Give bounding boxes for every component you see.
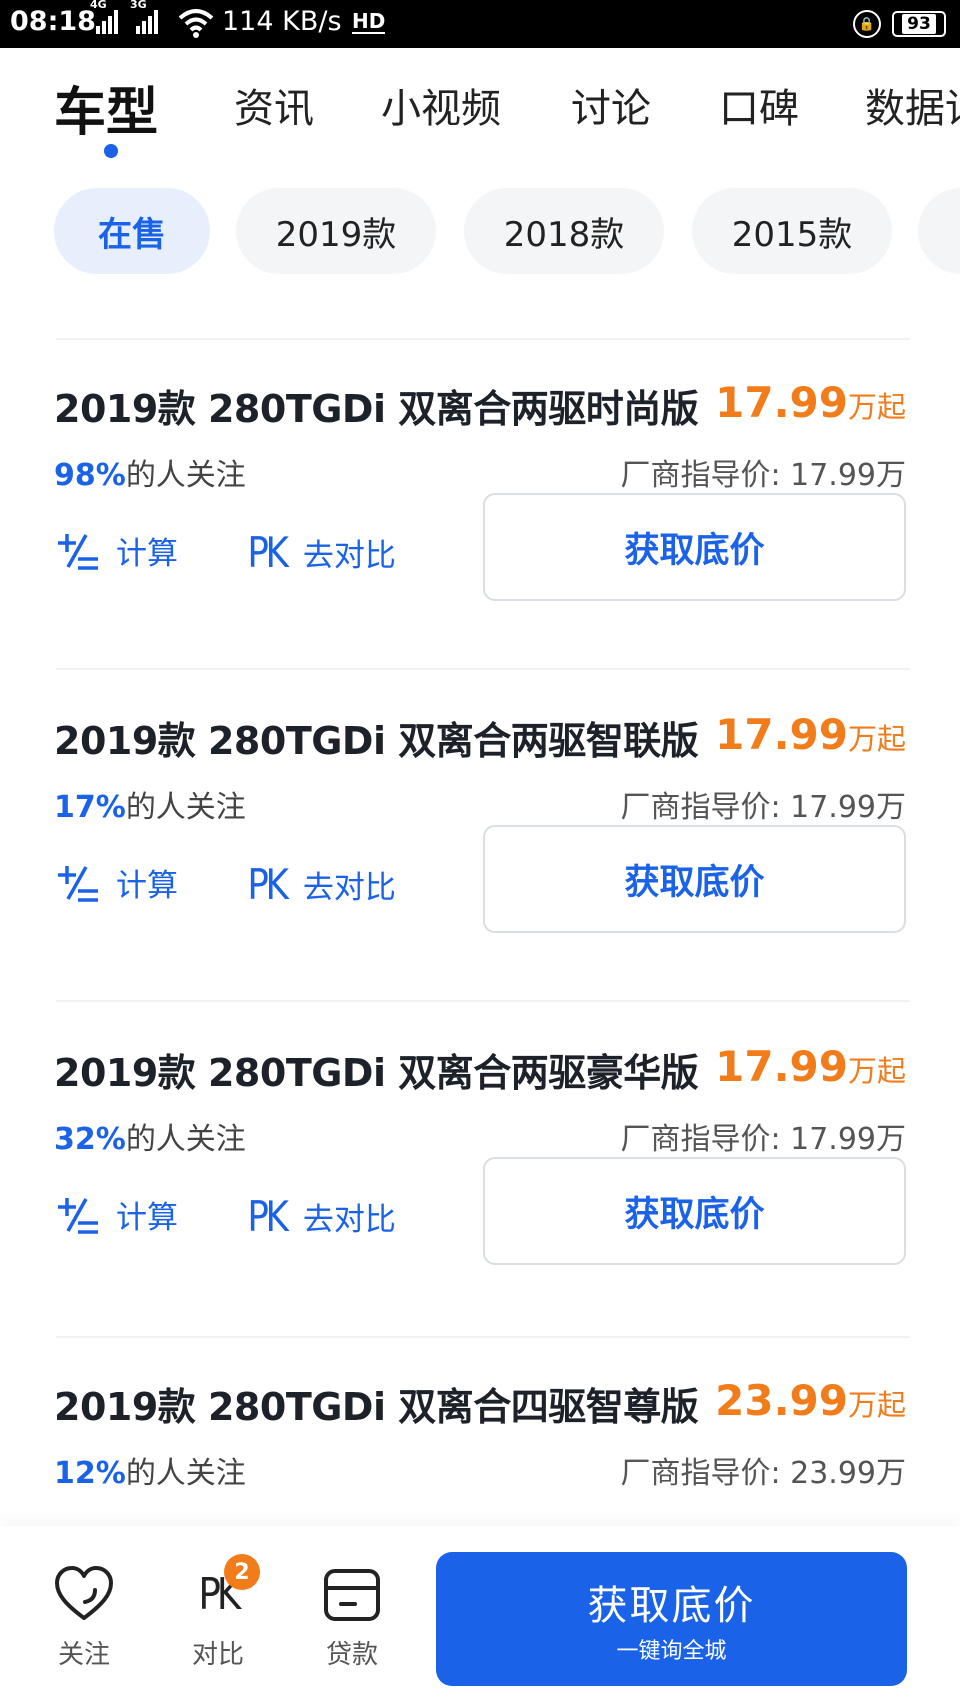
tab-short-videos[interactable]: 小视频 [381,76,501,134]
status-time: 08:18 [10,6,96,37]
pk-icon: PK [247,528,289,577]
calculate-button[interactable]: 计算 [54,860,178,905]
chip-more[interactable] [918,188,960,274]
status-bar: 08:18 4G 3G 114 KB/s HD 🔒 93 [0,0,960,48]
calculator-icon [58,533,98,570]
list-item: 2019款 280TGDi 双离合两驱时尚版 17.99万起 98%的人关注 厂… [0,378,960,708]
loan-button[interactable]: 贷款 [302,1564,402,1671]
list-item: 2019款 280TGDi 双离合两驱豪华版 17.99万起 32%的人关注 厂… [0,1042,960,1372]
calculator-icon [58,1197,98,1234]
get-price-button[interactable]: 获取底价 [483,493,906,601]
calculator-icon [58,865,98,902]
active-tab-indicator [104,144,118,158]
item-title[interactable]: 2019款 280TGDi 双离合四驱智尊版 [54,1376,699,1431]
compare-button[interactable]: PK 去对比 [244,860,396,909]
compare-tab-button[interactable]: PK 2 对比 [168,1554,268,1671]
bottom-action-bar: 关注 PK 2 对比 贷款 获取底价 一键询全城 [0,1526,960,1706]
divider [56,668,910,670]
item-price: 17.99万起 [715,1042,906,1091]
chip-on-sale[interactable]: 在售 [54,188,210,274]
item-title[interactable]: 2019款 280TGDi 双离合两驱豪华版 [54,1042,699,1097]
item-attention: 17%的人关注 [54,790,246,825]
item-attention: 98%的人关注 [54,458,246,493]
item-attention: 32%的人关注 [54,1122,246,1157]
item-price: 23.99万起 [715,1376,906,1425]
signal-icon: 3G [130,0,158,34]
chip-2018[interactable]: 2018款 [464,188,664,274]
tab-news[interactable]: 资讯 [234,76,314,134]
item-guide-price: 厂商指导价: 17.99万 [620,1122,906,1157]
calculate-button[interactable]: 计算 [54,1192,178,1237]
year-filter-bar: 在售 2019款 2018款 2015款 [0,180,960,280]
signal-indicators: 4G 3G [90,0,158,34]
chip-2019[interactable]: 2019款 [236,188,436,274]
compare-button[interactable]: PK 去对比 [244,1192,396,1241]
pk-icon: PK [247,860,289,909]
follow-button[interactable]: 关注 [34,1564,134,1671]
item-guide-price: 厂商指导价: 17.99万 [620,790,906,825]
divider [56,1336,910,1338]
item-title[interactable]: 2019款 280TGDi 双离合两驱智联版 [54,710,699,765]
chip-2015[interactable]: 2015款 [692,188,892,274]
list-item: 2019款 280TGDi 双离合两驱智联版 17.99万起 17%的人关注 厂… [0,710,960,1040]
item-title[interactable]: 2019款 280TGDi 双离合两驱时尚版 [54,378,699,433]
item-attention: 12%的人关注 [54,1456,246,1491]
top-tabs: 车型 资讯 小视频 讨论 口碑 数据详 [0,48,960,168]
pk-icon: PK [247,1192,289,1241]
compare-count-badge: 2 [224,1554,260,1590]
divider [56,338,910,340]
battery-icon: 93 [892,11,946,37]
tab-models[interactable]: 车型 [54,70,158,145]
tab-discussion[interactable]: 讨论 [571,76,651,134]
compare-button[interactable]: PK 去对比 [244,528,396,577]
hd-icon: HD [352,9,386,34]
tab-reviews[interactable]: 口碑 [719,76,799,134]
item-price: 17.99万起 [715,710,906,759]
tab-data[interactable]: 数据详 [865,76,960,134]
rotation-lock-icon: 🔒 [853,10,881,38]
item-guide-price: 厂商指导价: 17.99万 [620,458,906,493]
calculate-button[interactable]: 计算 [54,528,178,573]
card-icon [324,1569,380,1621]
get-price-button[interactable]: 获取底价 [483,825,906,933]
get-price-button[interactable]: 获取底价 [483,1157,906,1265]
divider [56,1000,910,1002]
item-guide-price: 厂商指导价: 23.99万 [620,1456,906,1491]
network-speed: 114 KB/s [222,6,342,37]
signal-icon: 4G [90,0,118,34]
item-price: 17.99万起 [715,378,906,427]
get-lowest-price-cta[interactable]: 获取底价 一键询全城 [436,1552,907,1686]
heart-icon [55,1566,113,1620]
list-item: 2019款 280TGDi 双离合四驱智尊版 23.99万起 12%的人关注 厂… [0,1376,960,1526]
wifi-icon [178,8,214,42]
